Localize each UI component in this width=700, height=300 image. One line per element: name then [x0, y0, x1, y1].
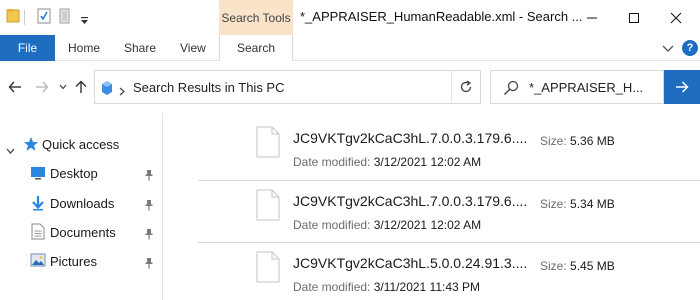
file-name: JC9VKTgv2kCaC3hL.5.0.0.24.91.3....	[293, 255, 528, 271]
breadcrumb-separator-icon[interactable]	[119, 83, 125, 101]
window-title: *_APPRAISER_HumanReadable.xml - Search .…	[300, 9, 583, 24]
search-results-icon	[101, 80, 113, 101]
file-date-modified: Date modified: 3/11/2021 11:43 PM	[293, 280, 480, 294]
pin-icon[interactable]	[144, 227, 154, 245]
navigation-bar: Search Results in This PC *_APPRAISER_H.…	[0, 61, 700, 113]
size-label: Size:	[540, 197, 567, 211]
pin-icon[interactable]	[144, 168, 154, 186]
address-bar[interactable]: Search Results in This PC	[94, 70, 481, 104]
file-size: Size: 5.34 MB	[540, 197, 615, 211]
size-value: 5.34 MB	[570, 197, 615, 211]
sidebar-item-desktop[interactable]: Desktop	[0, 160, 163, 188]
pane-divider[interactable]	[162, 113, 163, 300]
forward-button[interactable]	[32, 76, 52, 98]
date-value: 3/11/2021 11:43 PM	[373, 280, 481, 294]
tab-view[interactable]: View	[180, 35, 206, 61]
sidebar-item-label: Quick access	[42, 137, 120, 152]
up-button[interactable]	[71, 76, 91, 98]
search-tools-context-tab: Search Tools	[219, 0, 293, 35]
ribbon-tabs: File Home Share View Search ?	[0, 35, 700, 62]
pictures-icon	[30, 253, 46, 273]
pin-icon[interactable]	[144, 256, 154, 274]
close-button[interactable]	[656, 0, 696, 35]
new-folder-icon[interactable]	[59, 8, 71, 29]
sidebar-item-pictures[interactable]: Pictures	[0, 248, 163, 276]
sidebar-item-quick-access[interactable]: Quick access	[0, 131, 163, 159]
desktop-icon	[30, 166, 46, 185]
maximize-button[interactable]	[614, 0, 654, 35]
title-bar: Search Tools *_APPRAISER_HumanReadable.x…	[0, 0, 700, 35]
search-icon	[503, 80, 519, 101]
documents-icon	[31, 223, 45, 245]
help-icon[interactable]: ?	[682, 40, 698, 56]
date-label: Date modified:	[293, 218, 371, 232]
star-icon	[23, 136, 39, 157]
refresh-button[interactable]	[451, 70, 481, 104]
file-name: JC9VKTgv2kCaC3hL.7.0.0.3.179.6....	[293, 193, 528, 209]
file-date-modified: Date modified: 3/12/2021 12:02 AM	[293, 155, 481, 169]
tab-file[interactable]: File	[0, 35, 55, 61]
minimize-button[interactable]	[572, 0, 612, 35]
file-size: Size: 5.36 MB	[540, 134, 615, 148]
list-item[interactable]: JC9VKTgv2kCaC3hL.7.0.0.3.179.6.... Date …	[198, 118, 700, 176]
file-size: Size: 5.45 MB	[540, 259, 615, 273]
tab-search[interactable]: Search	[219, 35, 293, 62]
list-item[interactable]: JC9VKTgv2kCaC3hL.7.0.0.3.179.6.... Date …	[198, 181, 700, 239]
search-query: *_APPRAISER_H...	[529, 80, 644, 95]
recent-locations-button[interactable]	[53, 76, 73, 98]
file-name: JC9VKTgv2kCaC3hL.7.0.0.3.179.6....	[293, 130, 528, 146]
tab-home[interactable]: Home	[68, 35, 100, 61]
file-date-modified: Date modified: 3/12/2021 12:02 AM	[293, 218, 481, 232]
size-label: Size:	[540, 259, 567, 273]
size-value: 5.45 MB	[570, 259, 615, 273]
downloads-icon	[31, 195, 45, 216]
sidebar-item-label: Pictures	[50, 254, 97, 269]
sidebar-item-label: Downloads	[50, 196, 115, 211]
date-label: Date modified:	[293, 155, 371, 169]
folder-icon	[6, 8, 20, 29]
breadcrumb-location[interactable]: Search Results in This PC	[133, 80, 285, 95]
customize-quick-access-icon[interactable]	[80, 12, 89, 30]
file-icon	[256, 189, 280, 226]
list-item[interactable]: JC9VKTgv2kCaC3hL.5.0.0.24.91.3.... Date …	[198, 243, 700, 300]
date-value: 3/12/2021 12:02 AM	[373, 155, 482, 169]
file-icon	[256, 126, 280, 163]
search-input[interactable]: *_APPRAISER_H...	[490, 70, 664, 104]
size-label: Size:	[540, 134, 567, 148]
collapse-chevron-icon[interactable]	[6, 141, 15, 159]
date-label: Date modified:	[293, 280, 371, 294]
sidebar-item-label: Documents	[50, 225, 116, 240]
size-value: 5.36 MB	[570, 134, 615, 148]
back-button[interactable]	[5, 76, 25, 98]
search-go-button[interactable]	[664, 70, 700, 104]
date-value: 3/12/2021 12:02 AM	[373, 218, 482, 232]
tab-share[interactable]: Share	[124, 35, 156, 61]
navigation-pane: Quick access Desktop Downloads Documents	[0, 113, 163, 300]
sidebar-item-label: Desktop	[50, 166, 98, 181]
file-icon	[256, 251, 280, 288]
pin-icon[interactable]	[144, 198, 154, 216]
sidebar-item-documents[interactable]: Documents	[0, 219, 163, 247]
expand-ribbon-icon[interactable]	[662, 41, 674, 59]
sidebar-item-downloads[interactable]: Downloads	[0, 190, 163, 218]
properties-icon[interactable]	[37, 8, 51, 29]
